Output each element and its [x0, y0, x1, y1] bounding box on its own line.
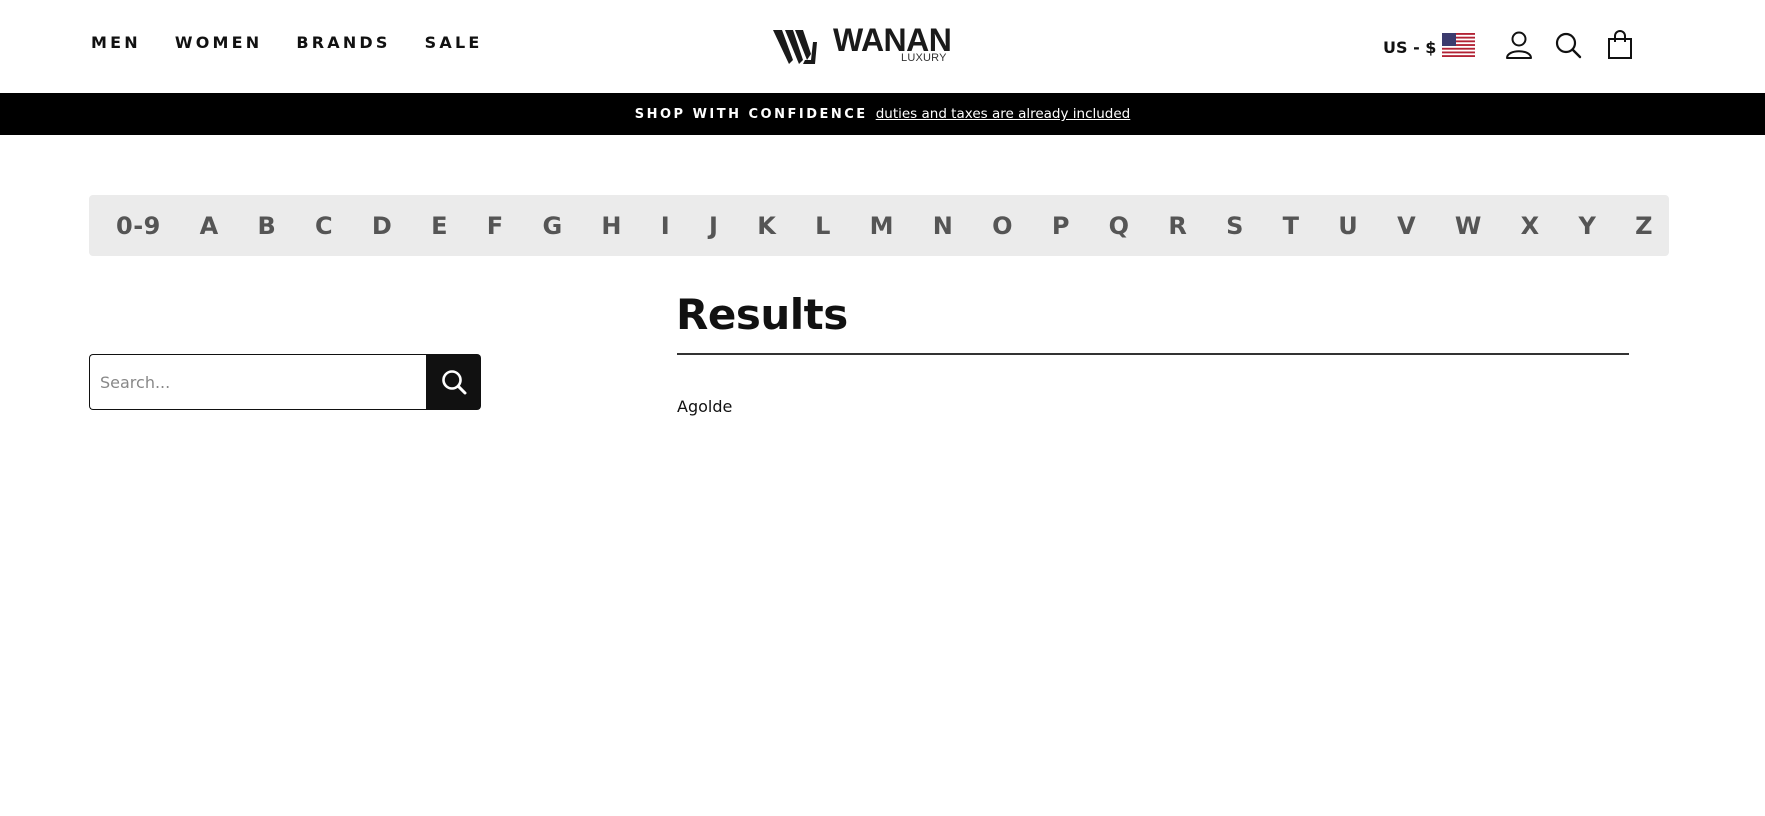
alpha-n[interactable]: N — [933, 212, 954, 240]
brand-search — [89, 354, 481, 410]
alpha-z[interactable]: Z — [1635, 212, 1653, 240]
nav-sale[interactable]: SALE — [425, 33, 483, 52]
alphabet-filter: 0-9 A B C D E F G H I J K L M N O P Q R … — [89, 195, 1669, 256]
alpha-c[interactable]: C — [315, 212, 333, 240]
alpha-w[interactable]: W — [1455, 212, 1482, 240]
alpha-j[interactable]: J — [709, 212, 718, 240]
alpha-e[interactable]: E — [431, 212, 448, 240]
wl-monogram-icon — [773, 30, 817, 64]
search-button[interactable] — [426, 354, 481, 410]
search-input[interactable] — [89, 354, 426, 410]
banner-link[interactable]: duties and taxes are already included — [876, 106, 1131, 122]
alpha-k[interactable]: K — [757, 212, 776, 240]
alpha-0-9[interactable]: 0-9 — [116, 212, 161, 240]
alpha-s[interactable]: S — [1226, 212, 1244, 240]
promo-banner: SHOP WITH CONFIDENCE duties and taxes ar… — [0, 93, 1765, 135]
shopping-bag-icon[interactable] — [1606, 30, 1634, 60]
banner-headline: SHOP WITH CONFIDENCE — [634, 106, 868, 122]
alpha-y[interactable]: Y — [1578, 212, 1596, 240]
search-icon[interactable] — [1554, 30, 1582, 60]
alpha-u[interactable]: U — [1338, 212, 1358, 240]
results-divider — [677, 353, 1629, 355]
alpha-l[interactable]: L — [815, 212, 831, 240]
currency-selector[interactable]: US - $ — [1383, 33, 1476, 59]
alpha-o[interactable]: O — [992, 212, 1013, 240]
currency-label: US - $ — [1383, 37, 1437, 57]
alpha-p[interactable]: P — [1052, 212, 1070, 240]
site-header: MEN WOMEN BRANDS SALE WANAN LUXURY US - … — [0, 0, 1765, 93]
alpha-d[interactable]: D — [372, 212, 392, 240]
alpha-r[interactable]: R — [1168, 212, 1187, 240]
alpha-x[interactable]: X — [1521, 212, 1540, 240]
logo-subtitle: LUXURY — [901, 52, 947, 64]
alpha-b[interactable]: B — [257, 212, 276, 240]
search-icon — [441, 370, 466, 395]
us-flag-icon — [1442, 33, 1476, 57]
alpha-f[interactable]: F — [487, 212, 504, 240]
alpha-a[interactable]: A — [200, 212, 219, 240]
user-icon[interactable] — [1505, 30, 1533, 60]
main-nav: MEN WOMEN BRANDS SALE — [91, 33, 516, 52]
nav-women[interactable]: WOMEN — [175, 33, 263, 52]
alpha-i[interactable]: I — [661, 212, 670, 240]
site-logo[interactable]: WANAN LUXURY — [773, 22, 952, 68]
alpha-m[interactable]: M — [870, 212, 894, 240]
nav-brands[interactable]: BRANDS — [296, 33, 390, 52]
alpha-g[interactable]: G — [542, 212, 562, 240]
alpha-v[interactable]: V — [1397, 212, 1416, 240]
nav-men[interactable]: MEN — [91, 33, 141, 52]
alpha-h[interactable]: H — [601, 212, 622, 240]
alpha-t[interactable]: T — [1283, 212, 1300, 240]
alpha-q[interactable]: Q — [1109, 212, 1130, 240]
result-item[interactable]: Agolde — [677, 397, 732, 416]
results-title: Results — [676, 290, 848, 339]
